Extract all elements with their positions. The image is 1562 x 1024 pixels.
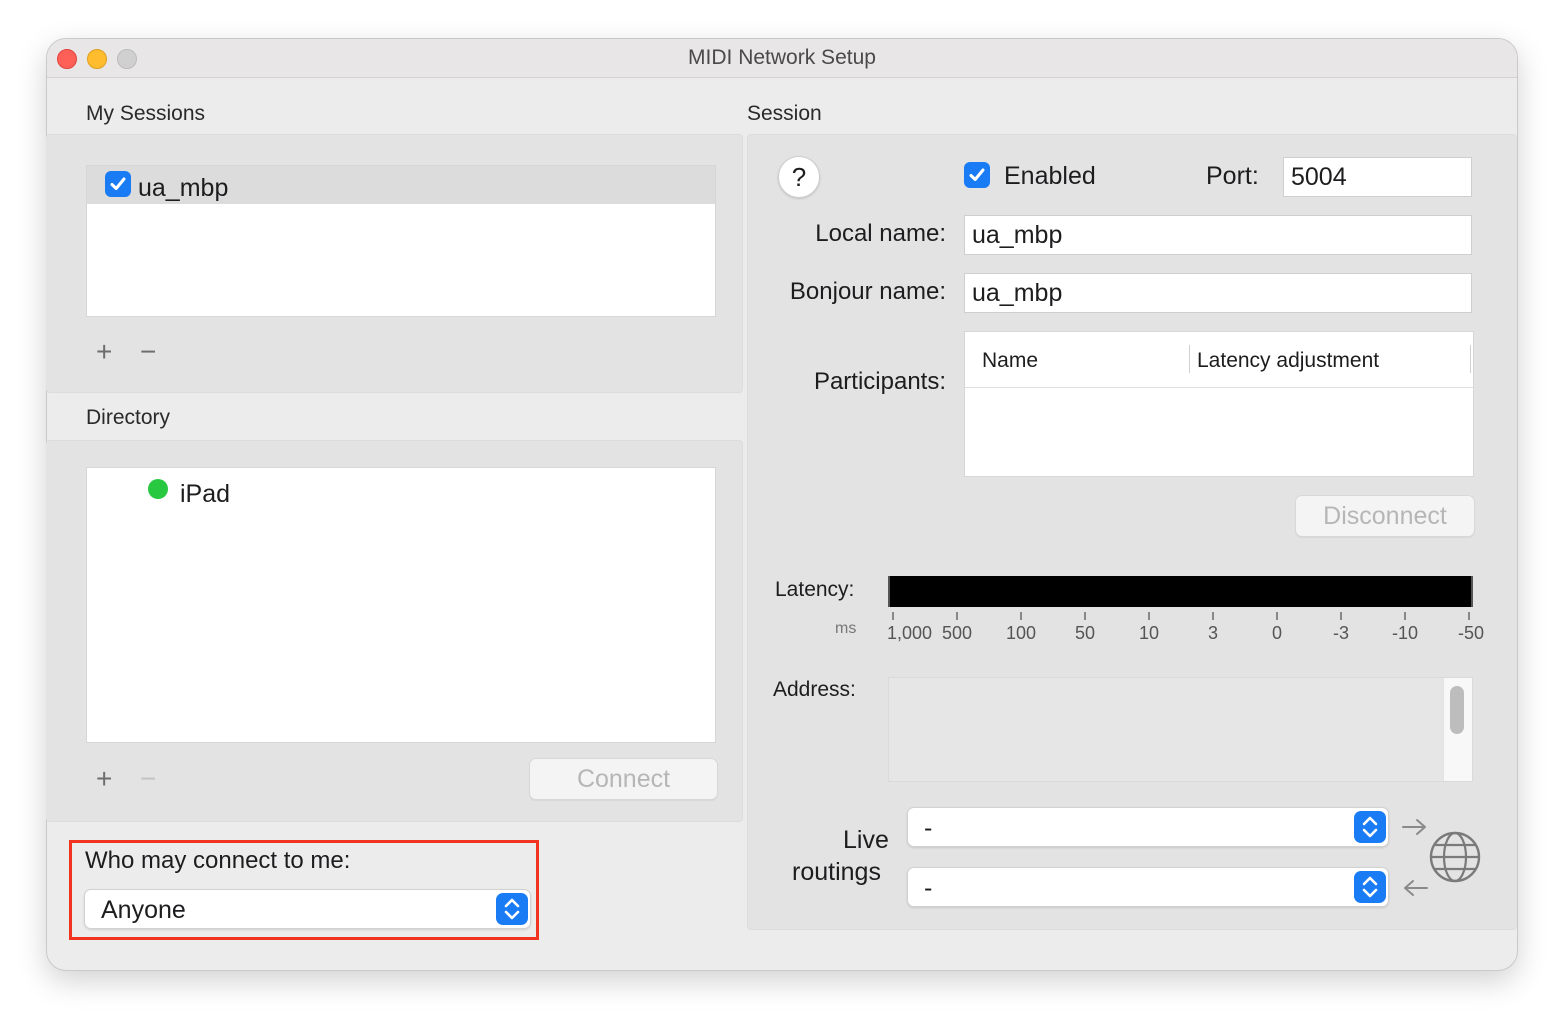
remove-directory-button[interactable]: − bbox=[140, 765, 156, 793]
session-name: ua_mbp bbox=[138, 174, 229, 202]
arrow-right-icon bbox=[1402, 819, 1426, 835]
routing-in-select[interactable]: - bbox=[907, 867, 1389, 907]
latency-tick bbox=[1212, 612, 1214, 620]
latency-tick-label: 3 bbox=[1207, 623, 1218, 643]
participants-table[interactable]: Name Latency adjustment bbox=[964, 331, 1474, 477]
participants-label: Participants: bbox=[813, 368, 946, 395]
address-label: Address: bbox=[773, 678, 856, 701]
connect-button[interactable]: Connect bbox=[529, 758, 718, 800]
arrow-left-icon bbox=[1404, 880, 1428, 896]
address-field[interactable] bbox=[888, 677, 1473, 782]
address-scrollbar[interactable] bbox=[1443, 678, 1472, 781]
column-divider bbox=[1189, 345, 1190, 373]
latency-unit: ms bbox=[835, 620, 857, 637]
window-title: MIDI Network Setup bbox=[688, 46, 876, 69]
latency-tick bbox=[1340, 612, 1342, 620]
latency-tick-label: -50 bbox=[1457, 623, 1484, 643]
checkmark-icon bbox=[969, 168, 985, 181]
routing-out-select[interactable]: - bbox=[907, 807, 1389, 847]
local-name-label: Local name: bbox=[815, 220, 946, 247]
session-label: Session bbox=[747, 102, 822, 125]
latency-tick bbox=[1468, 612, 1470, 620]
latency-tick-label: -3 bbox=[1332, 623, 1349, 643]
directory-label: Directory bbox=[86, 406, 171, 429]
my-sessions-label: My Sessions bbox=[86, 102, 206, 125]
column-divider bbox=[1470, 345, 1471, 373]
add-directory-button[interactable]: + bbox=[96, 765, 112, 793]
latency-tick bbox=[892, 612, 894, 620]
scrollbar-thumb[interactable] bbox=[1450, 686, 1464, 734]
latency-tick-label: 0 bbox=[1271, 623, 1282, 643]
column-header-name[interactable]: Name bbox=[982, 349, 1038, 373]
latency-tick bbox=[1276, 612, 1278, 620]
enabled-label: Enabled bbox=[1004, 162, 1096, 190]
latency-tick-label: 100 bbox=[1005, 623, 1037, 643]
live-routings-label-line2: routings bbox=[792, 858, 881, 886]
globe-icon bbox=[1429, 831, 1481, 883]
latency-tick bbox=[1148, 612, 1150, 620]
latency-label: Latency: bbox=[775, 578, 855, 601]
chevron-updown-icon bbox=[1354, 871, 1386, 903]
latency-tick-label: 50 bbox=[1074, 623, 1096, 643]
latency-tick-label: 500 bbox=[941, 623, 973, 643]
highlight-box bbox=[69, 840, 539, 940]
routing-in-value: - bbox=[924, 874, 933, 902]
local-name-field[interactable] bbox=[964, 215, 1472, 255]
session-enable-checkbox[interactable] bbox=[105, 171, 131, 197]
latency-tick bbox=[1404, 612, 1406, 620]
add-session-button[interactable]: + bbox=[96, 338, 112, 366]
live-routings-label-line1: Live bbox=[843, 826, 889, 854]
routing-out-value: - bbox=[924, 814, 933, 842]
enabled-checkbox[interactable] bbox=[964, 162, 990, 188]
bonjour-name-field[interactable] bbox=[964, 273, 1472, 313]
title-bar: MIDI Network Setup bbox=[47, 39, 1517, 78]
remove-session-button[interactable]: − bbox=[140, 338, 156, 366]
disconnect-button[interactable]: Disconnect bbox=[1295, 495, 1475, 537]
latency-meter bbox=[888, 576, 1473, 607]
latency-tick bbox=[956, 612, 958, 620]
latency-tick bbox=[1084, 612, 1086, 620]
chevron-updown-icon bbox=[1354, 811, 1386, 843]
online-status-icon bbox=[148, 479, 168, 499]
checkmark-icon bbox=[110, 177, 126, 190]
port-field[interactable] bbox=[1283, 157, 1472, 197]
help-button[interactable]: ? bbox=[778, 156, 820, 198]
directory-item-ipad[interactable]: iPad bbox=[180, 480, 230, 509]
column-header-latency[interactable]: Latency adjustment bbox=[1197, 349, 1379, 373]
port-label: Port: bbox=[1206, 162, 1259, 190]
latency-tick-label: 10 bbox=[1138, 623, 1160, 643]
bonjour-name-label: Bonjour name: bbox=[789, 278, 946, 305]
latency-tick bbox=[1020, 612, 1022, 620]
participants-header: Name Latency adjustment bbox=[965, 332, 1473, 388]
